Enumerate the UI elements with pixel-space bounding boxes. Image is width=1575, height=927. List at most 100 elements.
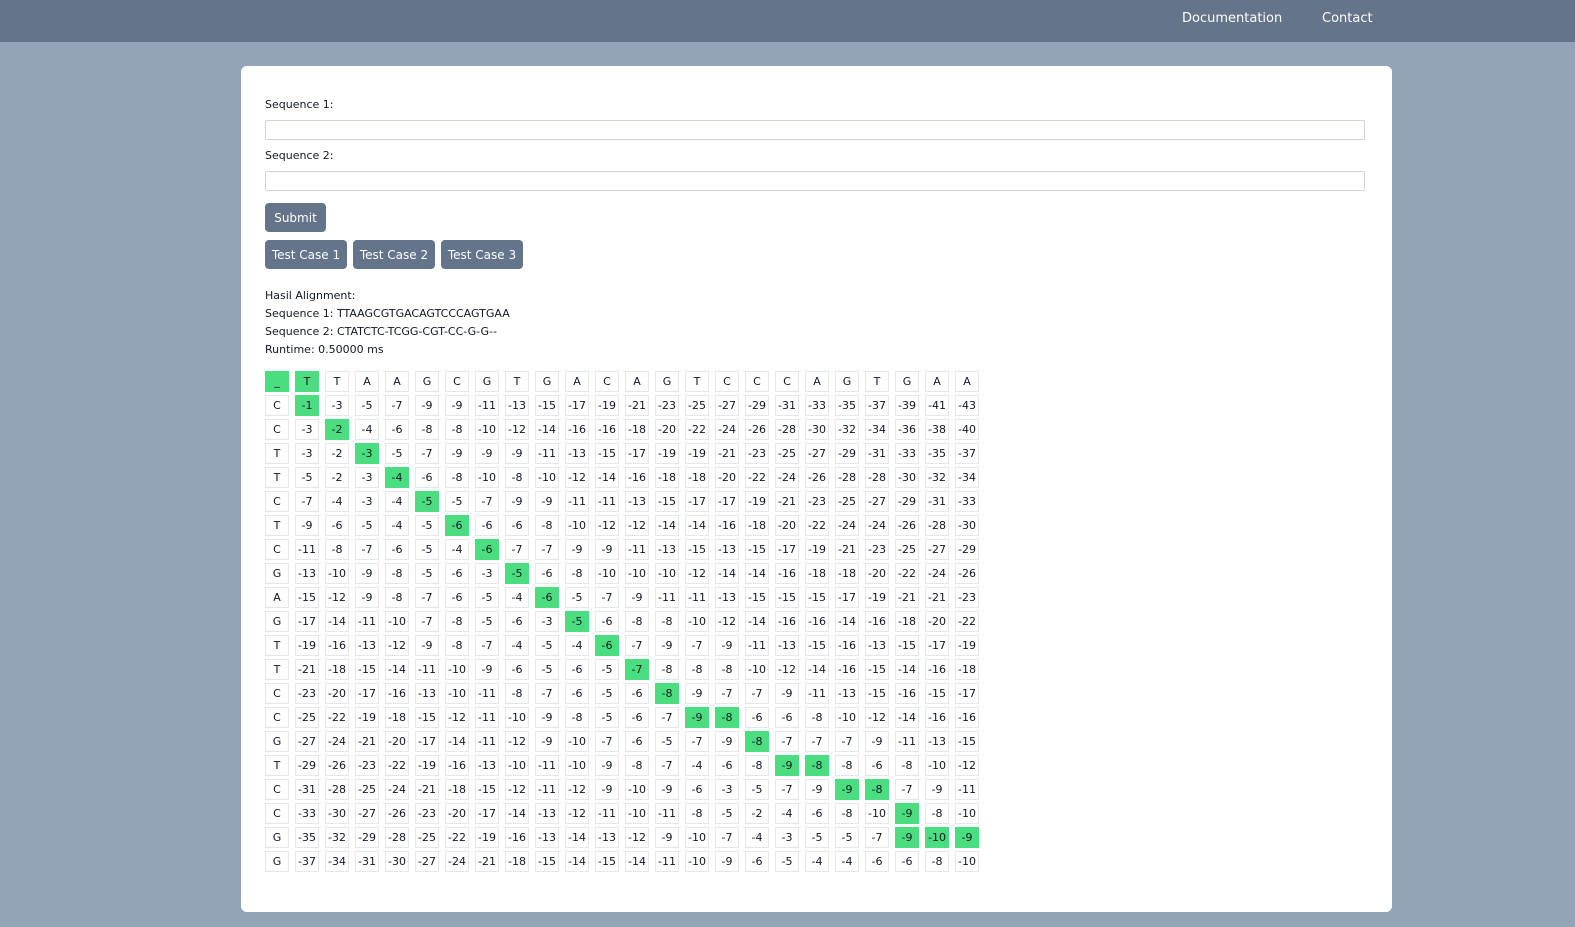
matrix-cell: -25	[355, 779, 379, 800]
matrix-cell: -9	[415, 395, 439, 416]
matrix-cell: -20	[325, 683, 349, 704]
nav-contact-link[interactable]: Contact	[1322, 11, 1373, 26]
matrix-cell: -18	[385, 707, 409, 728]
matrix-cell: -5	[805, 827, 829, 848]
matrix-cell: -16	[385, 683, 409, 704]
nav-documentation-link[interactable]: Documentation	[1182, 11, 1282, 26]
matrix-cell: -12	[565, 803, 589, 824]
matrix-cell: -24	[445, 851, 469, 872]
matrix-cell: -8	[685, 803, 709, 824]
result-heading: Hasil Alignment:	[265, 289, 356, 302]
matrix-cell: -12	[445, 707, 469, 728]
matrix-cell: -10	[685, 851, 709, 872]
matrix-cell: -38	[925, 419, 949, 440]
matrix-cell: -2	[325, 467, 349, 488]
submit-button[interactable]: Submit	[265, 203, 326, 232]
matrix-cell: -10	[925, 827, 949, 848]
matrix-cell: -20	[655, 419, 679, 440]
matrix-cell: -18	[445, 779, 469, 800]
matrix-cell: -8	[625, 755, 649, 776]
matrix-cell: -6	[745, 707, 769, 728]
matrix-cell: -13	[775, 635, 799, 656]
matrix-cell: -28	[925, 515, 949, 536]
matrix-cell: -5	[775, 851, 799, 872]
top-navbar: Documentation Contact	[0, 0, 1575, 42]
matrix-cell: -3	[355, 491, 379, 512]
matrix-cell: -24	[385, 779, 409, 800]
matrix-cell: -19	[805, 539, 829, 560]
matrix-cell: -15	[775, 587, 799, 608]
matrix-cell: -27	[805, 443, 829, 464]
matrix-cell: -19	[295, 635, 319, 656]
matrix-cell: -8	[505, 467, 529, 488]
matrix-cell: -18	[625, 419, 649, 440]
matrix-cell: -21	[835, 539, 859, 560]
matrix-row-label: T	[265, 635, 289, 656]
matrix-cell: -9	[475, 443, 499, 464]
matrix-cell: -6	[865, 755, 889, 776]
test-case-1-button[interactable]: Test Case 1	[265, 240, 347, 269]
matrix-cell: -13	[415, 683, 439, 704]
matrix-cell: -6	[625, 707, 649, 728]
matrix-cell: -17	[475, 803, 499, 824]
matrix-cell: -16	[925, 707, 949, 728]
matrix-cell: -12	[565, 467, 589, 488]
test-case-3-button[interactable]: Test Case 3	[441, 240, 523, 269]
matrix-cell: -16	[775, 611, 799, 632]
matrix-cell: -7	[475, 491, 499, 512]
sequence-1-input[interactable]	[265, 120, 1365, 140]
matrix-cell: -19	[415, 755, 439, 776]
matrix-cell: -8	[385, 563, 409, 584]
matrix-cell: -15	[745, 539, 769, 560]
matrix-row-label: C	[265, 539, 289, 560]
matrix-cell: -10	[475, 467, 499, 488]
matrix-cell: -5	[475, 587, 499, 608]
matrix-cell: -13	[715, 587, 739, 608]
matrix-row-label: G	[265, 731, 289, 752]
matrix-cell: -10	[955, 851, 979, 872]
matrix-cell: -9	[655, 635, 679, 656]
matrix-cell: -26	[895, 515, 919, 536]
matrix-cell: -15	[535, 851, 559, 872]
matrix-cell: -30	[955, 515, 979, 536]
result-sequence-2: Sequence 2: CTATCTC-TCGG-CGT-CC-G-G--	[265, 325, 497, 338]
matrix-cell: -15	[685, 539, 709, 560]
matrix-cell: -25	[295, 707, 319, 728]
matrix-cell: -9	[835, 779, 859, 800]
matrix-cell: -2	[325, 419, 349, 440]
matrix-cell: -19	[955, 635, 979, 656]
matrix-header-cell: G	[655, 371, 679, 392]
matrix-cell: -17	[565, 395, 589, 416]
matrix-cell: -8	[865, 779, 889, 800]
matrix-cell: -6	[505, 659, 529, 680]
matrix-cell: -28	[865, 467, 889, 488]
matrix-cell: -7	[595, 587, 619, 608]
matrix-cell: -30	[895, 467, 919, 488]
matrix-row-label: T	[265, 515, 289, 536]
test-case-2-button[interactable]: Test Case 2	[353, 240, 435, 269]
matrix-cell: -6	[715, 755, 739, 776]
matrix-cell: -14	[715, 563, 739, 584]
matrix-cell: -15	[655, 491, 679, 512]
matrix-cell: -20	[775, 515, 799, 536]
matrix-row-label: T	[265, 467, 289, 488]
sequence-1-label: Sequence 1:	[265, 98, 334, 111]
matrix-cell: -23	[805, 491, 829, 512]
matrix-cell: -10	[625, 779, 649, 800]
matrix-cell: -23	[655, 395, 679, 416]
matrix-cell: -29	[745, 395, 769, 416]
sequence-2-input[interactable]	[265, 171, 1365, 191]
matrix-cell: -18	[505, 851, 529, 872]
matrix-cell: -31	[295, 779, 319, 800]
matrix-cell: -10	[835, 707, 859, 728]
matrix-cell: -5	[715, 803, 739, 824]
matrix-cell: -7	[655, 755, 679, 776]
main-card: Sequence 1: Sequence 2: Submit Test Case…	[241, 66, 1392, 912]
matrix-cell: -20	[925, 611, 949, 632]
matrix-cell: -5	[745, 779, 769, 800]
matrix-cell: -31	[355, 851, 379, 872]
matrix-cell: -5	[385, 443, 409, 464]
matrix-cell: -3	[295, 443, 319, 464]
matrix-cell: -43	[955, 395, 979, 416]
matrix-cell: -6	[805, 803, 829, 824]
